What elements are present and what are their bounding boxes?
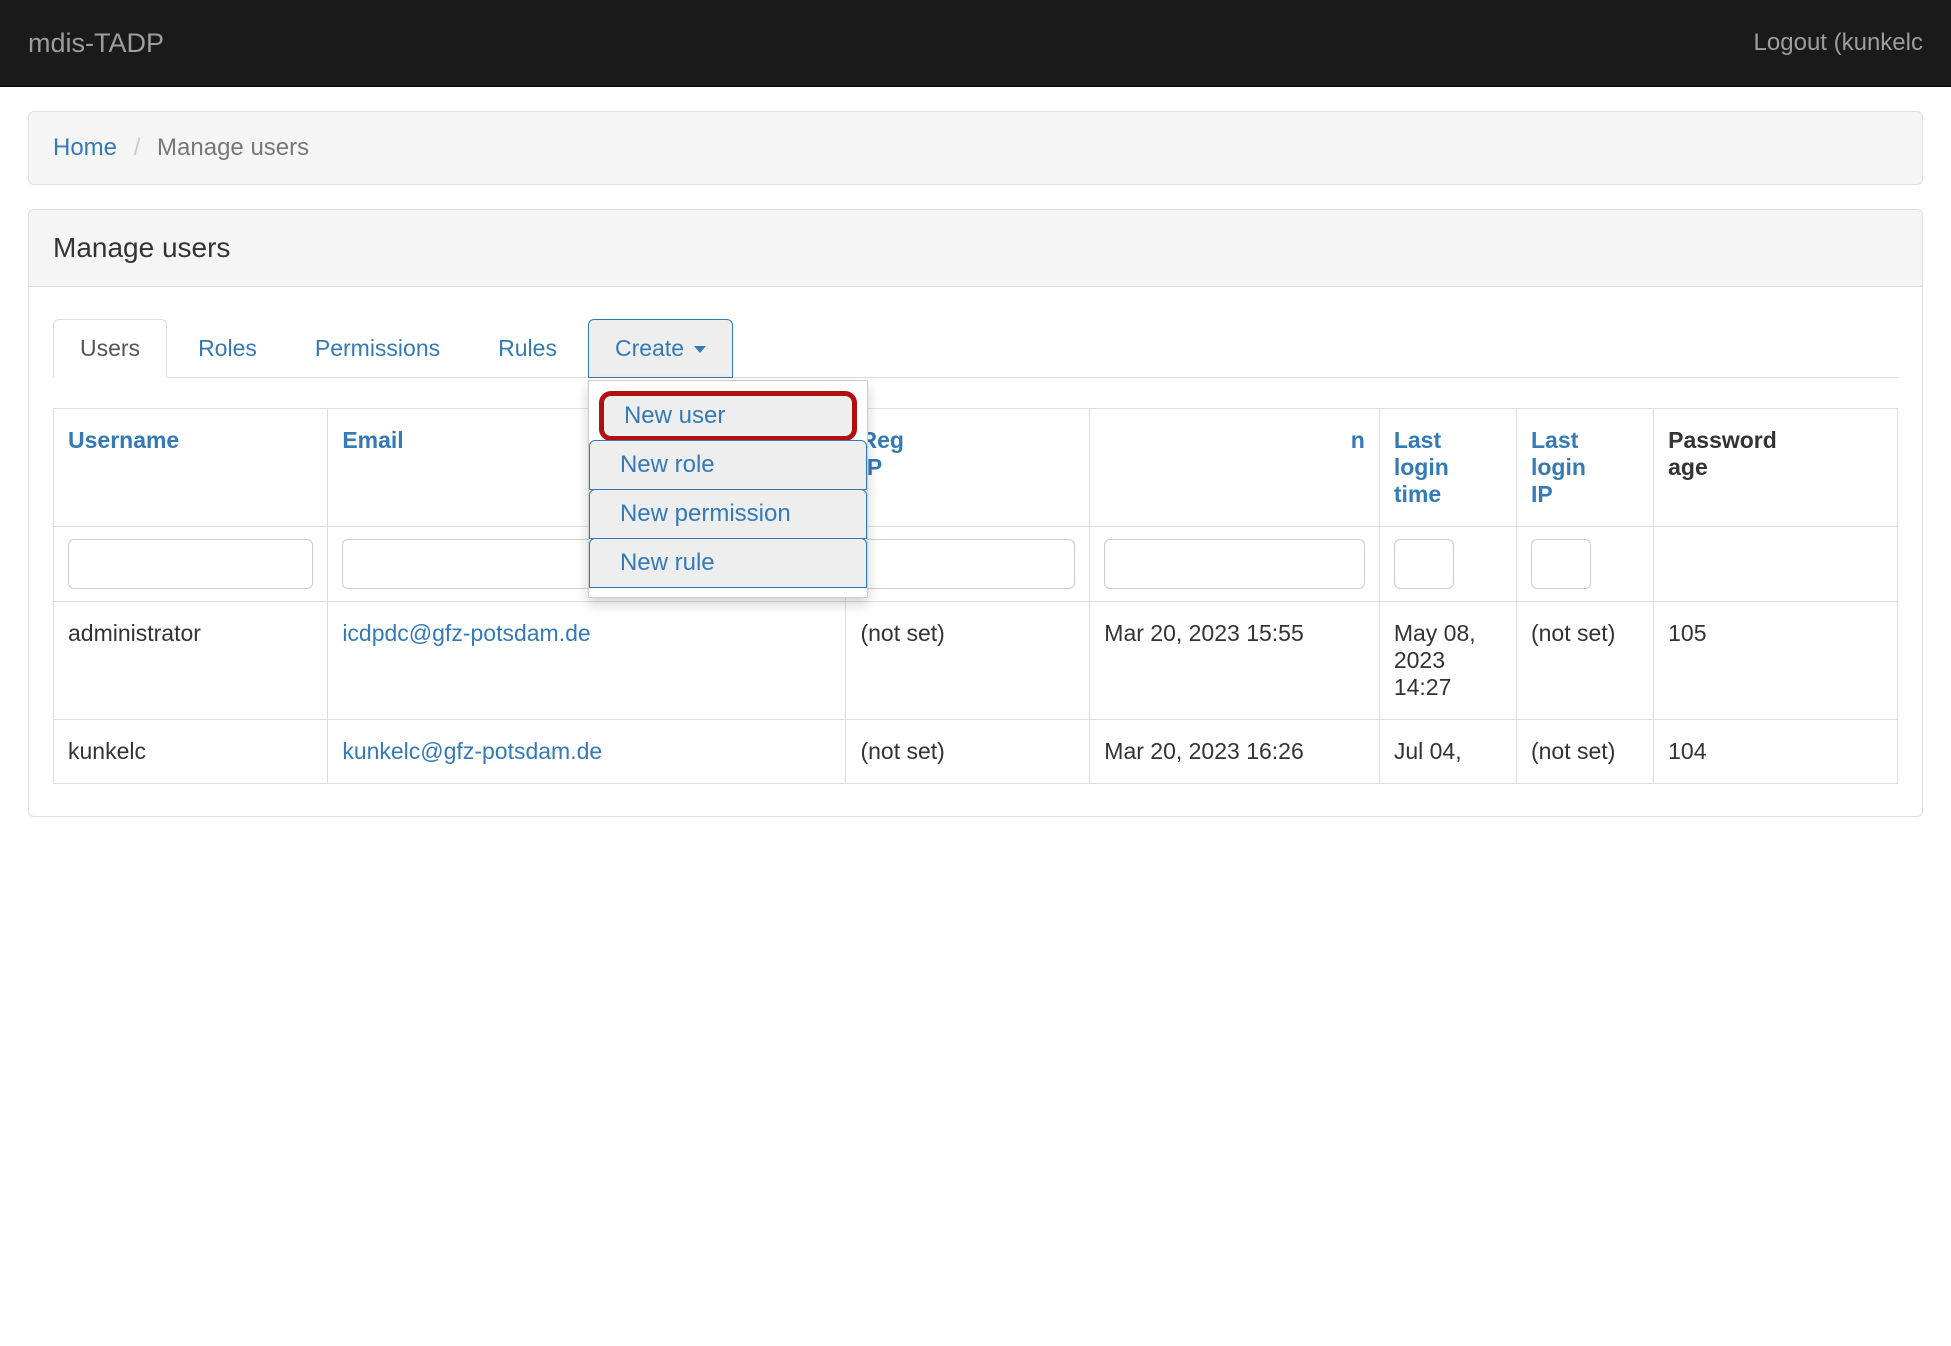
filter-last-login-time[interactable] [1394, 539, 1454, 589]
tab-permissions-link[interactable]: Permissions [288, 319, 467, 378]
pwa-l2: age [1668, 454, 1708, 480]
brand-link[interactable]: mdis-TADP [28, 28, 164, 59]
navbar: mdis-TADP Logout (kunkelc [0, 0, 1951, 87]
breadcrumb-current: Manage users [157, 134, 309, 161]
cell-last-login-ip: (not set) [1516, 720, 1653, 784]
tab-create[interactable]: Create New user New role New permission … [588, 319, 733, 378]
tab-rules-link[interactable]: Rules [471, 319, 584, 378]
llt-l1: Last [1394, 427, 1441, 453]
filter-cell-password-age [1654, 527, 1898, 602]
lli-l1: Last [1531, 427, 1578, 453]
tab-rules[interactable]: Rules [471, 319, 584, 378]
cell-reg-ip: (not set) [846, 720, 1090, 784]
menu-item-new-user[interactable]: New user [589, 391, 867, 441]
table-row: administrator icdpdc@gfz-potsdam.de (not… [54, 602, 1898, 720]
breadcrumb-separator: / [124, 134, 151, 161]
users-table: Username Email Reg IP n [53, 408, 1898, 784]
panel-body: Users Roles Permissions Rules Create New… [29, 287, 1922, 816]
tab-create-toggle[interactable]: Create [588, 319, 733, 378]
menu-item-new-rule[interactable]: New rule [589, 538, 867, 588]
breadcrumb-home[interactable]: Home [53, 134, 117, 161]
col-last-login-ip[interactable]: Last login IP [1516, 409, 1653, 527]
cell-created: Mar 20, 2023 15:55 [1090, 602, 1380, 720]
filter-cell-last-login-time [1379, 527, 1516, 602]
users-table-wrap: Username Email Reg IP n [53, 408, 1898, 784]
col-username[interactable]: Username [54, 409, 328, 527]
sort-email[interactable]: Email [342, 427, 403, 453]
cell-last-login-time: Jul 04, [1379, 720, 1516, 784]
table-body: administrator icdpdc@gfz-potsdam.de (not… [54, 602, 1898, 784]
filter-cell-created [1090, 527, 1380, 602]
menu-link-new-permission[interactable]: New permission [589, 489, 867, 539]
col-reg-ip[interactable]: Reg IP [846, 409, 1090, 527]
menu-link-new-role[interactable]: New role [589, 440, 867, 490]
filter-username[interactable] [68, 539, 313, 589]
caret-down-icon [694, 346, 706, 353]
cell-reg-ip: (not set) [846, 602, 1090, 720]
filter-cell-last-login-ip [1516, 527, 1653, 602]
sort-last-login-ip[interactable]: Last login IP [1531, 427, 1586, 507]
tab-permissions[interactable]: Permissions [288, 319, 467, 378]
email-link[interactable]: kunkelc@gfz-potsdam.de [342, 738, 602, 764]
tab-users[interactable]: Users [53, 319, 167, 378]
col-created-on[interactable]: n [1090, 409, 1380, 527]
cell-username: kunkelc [54, 720, 328, 784]
llt-l3: time [1394, 481, 1441, 507]
menu-item-new-role[interactable]: New role [589, 440, 867, 490]
tab-roles[interactable]: Roles [171, 319, 284, 378]
col-last-login-time[interactable]: Last login time [1379, 409, 1516, 527]
col-password-age: Password age [1654, 409, 1898, 527]
panel-title: Manage users [29, 210, 1922, 287]
cell-last-login-time: May 08, 2023 14:27 [1379, 602, 1516, 720]
cell-password-age: 105 [1654, 602, 1898, 720]
table-row: kunkelc kunkelc@gfz-potsdam.de (not set)… [54, 720, 1898, 784]
cell-password-age: 104 [1654, 720, 1898, 784]
menu-link-new-user[interactable]: New user [599, 391, 857, 441]
tab-roles-link[interactable]: Roles [171, 319, 284, 378]
pwa-l1: Password [1668, 427, 1777, 453]
lli-l2: login [1531, 454, 1586, 480]
menu-link-new-rule[interactable]: New rule [589, 538, 867, 588]
create-dropdown-menu: New user New role New permission New rul… [588, 380, 868, 598]
sort-username[interactable]: Username [68, 427, 179, 453]
sort-created-on[interactable]: n [1351, 427, 1365, 453]
cell-created: Mar 20, 2023 16:26 [1090, 720, 1380, 784]
email-link[interactable]: icdpdc@gfz-potsdam.de [342, 620, 590, 646]
menu-item-new-permission[interactable]: New permission [589, 489, 867, 539]
nav-tabs: Users Roles Permissions Rules Create New… [53, 319, 1898, 378]
cell-username: administrator [54, 602, 328, 720]
filter-reg-ip[interactable] [860, 539, 1075, 589]
filter-created[interactable] [1104, 539, 1365, 589]
table-filter-row [54, 527, 1898, 602]
breadcrumb: Home / Manage users [28, 111, 1923, 185]
cell-last-login-ip: (not set) [1516, 602, 1653, 720]
logout-link[interactable]: Logout (kunkelc [1754, 29, 1923, 57]
filter-cell-username [54, 527, 328, 602]
tab-create-label: Create [615, 335, 684, 361]
tab-users-link[interactable]: Users [53, 319, 167, 378]
lli-l3: IP [1531, 481, 1553, 507]
cell-email: icdpdc@gfz-potsdam.de [328, 602, 846, 720]
sort-last-login-time[interactable]: Last login time [1394, 427, 1449, 507]
filter-cell-reg-ip [846, 527, 1090, 602]
panel: Manage users Users Roles Permissions Rul… [28, 209, 1923, 817]
llt-l2: login [1394, 454, 1449, 480]
table-header-row: Username Email Reg IP n [54, 409, 1898, 527]
filter-last-login-ip[interactable] [1531, 539, 1591, 589]
cell-email: kunkelc@gfz-potsdam.de [328, 720, 846, 784]
